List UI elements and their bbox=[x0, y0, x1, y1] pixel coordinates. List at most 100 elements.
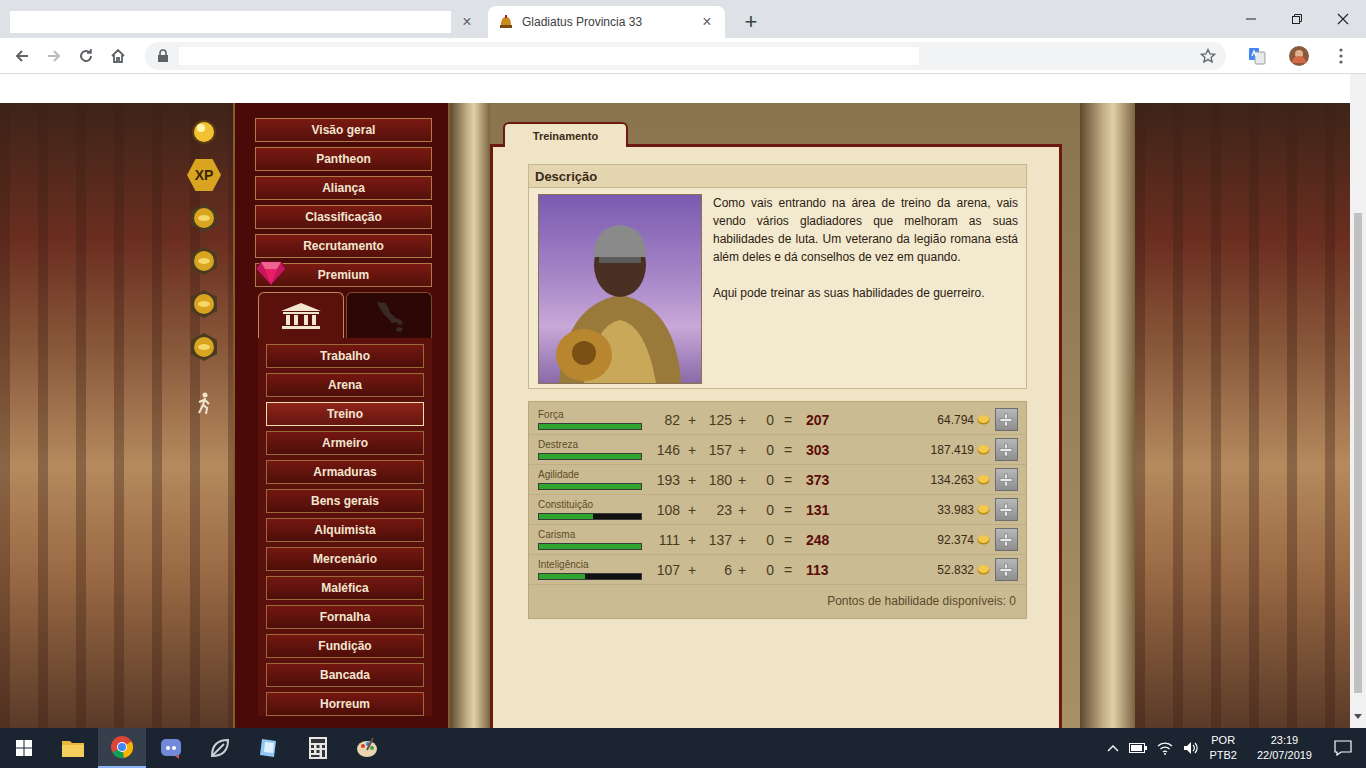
coin-button[interactable] bbox=[186, 287, 222, 321]
stat-name: Carisma bbox=[538, 529, 650, 541]
home-button[interactable] bbox=[104, 42, 132, 70]
notes-app[interactable] bbox=[245, 728, 293, 768]
map-tab[interactable] bbox=[346, 292, 432, 338]
train-button[interactable] bbox=[995, 438, 1018, 461]
close-icon bbox=[1337, 13, 1349, 25]
sub-menu-item[interactable]: Mercenário bbox=[266, 547, 424, 571]
clock[interactable]: 23:1922/07/2019 bbox=[1257, 733, 1312, 763]
navigation-panel: Visão geral Pantheon Aliança Classificação R… bbox=[233, 103, 450, 728]
web-page: XP Visão geral Pantheon Aliança Classificaçã… bbox=[0, 74, 1366, 728]
windows-logo-icon bbox=[16, 740, 32, 756]
coin-button[interactable] bbox=[186, 244, 222, 278]
forward-button[interactable] bbox=[40, 42, 68, 70]
ruby-icon bbox=[255, 260, 287, 286]
stat-bar bbox=[538, 483, 642, 490]
stat-name: Inteligência bbox=[538, 559, 650, 571]
restore-icon bbox=[1291, 13, 1303, 25]
stat-extra: 0 bbox=[752, 472, 774, 488]
sub-menu-item[interactable]: Bens gerais bbox=[266, 489, 424, 513]
sub-menu-item[interactable]: Maléfica bbox=[266, 576, 424, 600]
menu-item[interactable]: Classificação bbox=[255, 205, 432, 229]
reload-button[interactable] bbox=[72, 42, 100, 70]
sub-menu-item[interactable]: Armaduras bbox=[266, 460, 424, 484]
folder-app[interactable] bbox=[49, 728, 97, 768]
stone-column bbox=[450, 103, 490, 728]
sub-menu-item[interactable]: Armeiro bbox=[266, 431, 424, 455]
start-button[interactable] bbox=[0, 728, 48, 768]
xp-icon: XP bbox=[187, 159, 221, 191]
stat-base: 107 bbox=[650, 562, 680, 578]
browser-tab[interactable]: Gladiatus Provincia 33 × bbox=[488, 6, 725, 38]
coin-button[interactable] bbox=[186, 330, 222, 364]
minimize-button[interactable] bbox=[1228, 0, 1274, 38]
input-language[interactable]: PORPTB2 bbox=[1209, 733, 1237, 763]
stat-name: Constituição bbox=[538, 499, 650, 511]
volume-icon[interactable] bbox=[1183, 741, 1199, 755]
sub-menu-item[interactable]: Trabalho bbox=[266, 344, 424, 368]
scrollbar[interactable] bbox=[1350, 74, 1366, 728]
notification-icon[interactable] bbox=[1334, 740, 1352, 756]
star-icon[interactable] bbox=[1200, 48, 1216, 64]
paint-app[interactable] bbox=[343, 728, 391, 768]
chrome-app[interactable] bbox=[98, 728, 146, 768]
tab-close-button[interactable]: × bbox=[459, 14, 475, 30]
train-button[interactable] bbox=[995, 498, 1018, 521]
tab-title: Gladiatus Provincia 33 bbox=[522, 15, 691, 29]
train-button[interactable] bbox=[995, 408, 1018, 431]
description-text: Como vais entrando na área de treino da … bbox=[713, 194, 1018, 384]
coin-button[interactable] bbox=[186, 201, 222, 235]
sub-menu-item[interactable]: Fundição bbox=[266, 634, 424, 658]
leaf-app[interactable] bbox=[196, 728, 244, 768]
xp-button[interactable]: XP bbox=[186, 158, 222, 192]
city-tab[interactable] bbox=[258, 292, 344, 338]
orb-button[interactable] bbox=[186, 115, 222, 149]
plus-icon bbox=[999, 473, 1013, 487]
profile-button[interactable] bbox=[1280, 42, 1318, 70]
menu-item[interactable]: Recrutamento bbox=[255, 234, 432, 258]
tab-close-button[interactable]: × bbox=[699, 14, 715, 30]
translate-button[interactable] bbox=[1238, 42, 1276, 70]
veteran-figure-icon bbox=[539, 195, 701, 383]
sub-menu-item[interactable]: Bancada bbox=[266, 663, 424, 687]
training-tab[interactable]: Treinamento bbox=[503, 122, 628, 147]
wifi-icon[interactable] bbox=[1157, 741, 1173, 755]
menu-item[interactable]: Premium bbox=[255, 263, 432, 287]
sub-menu-item[interactable]: Treino bbox=[266, 402, 424, 426]
sub-menu-item[interactable]: Alquimista bbox=[266, 518, 424, 542]
sub-menu-item[interactable]: Horreum bbox=[266, 692, 424, 716]
menu-item[interactable]: Visão geral bbox=[255, 118, 432, 142]
walker-button[interactable] bbox=[186, 391, 222, 415]
train-button[interactable] bbox=[995, 468, 1018, 491]
scroll-down-icon[interactable] bbox=[1354, 714, 1362, 720]
stat-base: 193 bbox=[650, 472, 680, 488]
menu-button[interactable] bbox=[1322, 42, 1360, 70]
arena-background-right bbox=[1135, 103, 1350, 728]
tab-title bbox=[10, 11, 451, 33]
lock-icon bbox=[157, 49, 169, 63]
sub-menu-item[interactable]: Fornalha bbox=[266, 605, 424, 629]
taskbar: PORPTB2 23:1922/07/2019 bbox=[0, 728, 1366, 768]
train-button[interactable] bbox=[995, 528, 1018, 551]
close-window-button[interactable] bbox=[1320, 0, 1366, 38]
side-icon-column: XP bbox=[186, 103, 222, 728]
description-box: DescriçãoComo vais entrando na área de t… bbox=[528, 164, 1027, 389]
sub-menu-item[interactable]: Arena bbox=[266, 373, 424, 397]
menu-item[interactable]: Pantheon bbox=[255, 147, 432, 171]
menu-item[interactable]: Aliança bbox=[255, 176, 432, 200]
gold-coin-icon bbox=[189, 289, 219, 319]
stat-extra: 0 bbox=[752, 532, 774, 548]
game-area: XP Visão geral Pantheon Aliança Classificaçã… bbox=[0, 103, 1350, 728]
back-button[interactable] bbox=[8, 42, 36, 70]
address-bar[interactable] bbox=[145, 42, 1226, 70]
browser-tab[interactable]: × bbox=[0, 6, 485, 38]
discord-app[interactable] bbox=[147, 728, 195, 768]
stat-extra: 0 bbox=[752, 412, 774, 428]
chevron-up-icon[interactable] bbox=[1107, 744, 1119, 752]
new-tab-button[interactable]: + bbox=[733, 6, 769, 38]
train-button[interactable] bbox=[995, 558, 1018, 581]
battery-icon[interactable] bbox=[1129, 743, 1147, 753]
stat-bonus: 125 bbox=[704, 412, 732, 428]
scrollbar-thumb[interactable] bbox=[1354, 213, 1362, 693]
restore-button[interactable] bbox=[1274, 0, 1320, 38]
calculator-app[interactable] bbox=[294, 728, 342, 768]
